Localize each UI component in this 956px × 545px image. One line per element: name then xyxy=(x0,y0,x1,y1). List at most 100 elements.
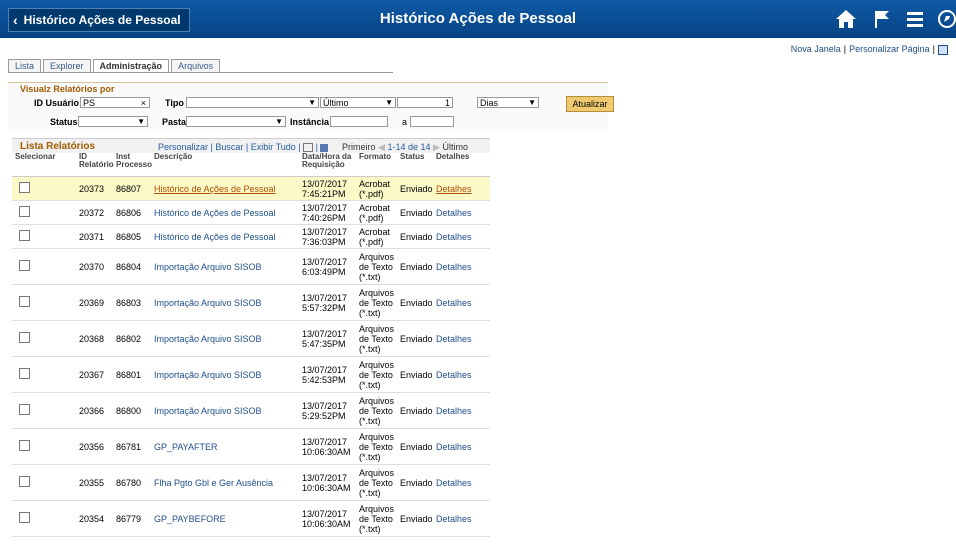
report-format: Acrobat (*.pdf) xyxy=(356,224,397,249)
report-format: Arquivos de Texto (*.txt) xyxy=(356,392,397,429)
col-header[interactable]: Inst Processo xyxy=(113,152,152,177)
folder-select[interactable]: ▼ xyxy=(186,116,286,127)
checkbox[interactable] xyxy=(19,476,30,487)
col-header[interactable]: Status xyxy=(397,152,433,177)
details-link[interactable]: Detalhes xyxy=(433,392,490,429)
report-description-link[interactable]: Histórico de Ações de Pessoal xyxy=(151,176,299,201)
details-link[interactable]: Detalhes xyxy=(433,500,490,537)
navbar-icon[interactable] xyxy=(937,9,956,31)
col-header[interactable]: Descrição xyxy=(151,152,299,177)
checkbox[interactable] xyxy=(19,206,30,217)
report-description-link[interactable]: Importação Arquivo SISOB xyxy=(151,320,299,357)
report-description-link[interactable]: Histórico de Ações de Pessoal xyxy=(151,200,299,225)
report-description-link[interactable]: Flha Pgto Gbl e Ger Ausência xyxy=(151,464,299,501)
select-checkbox[interactable] xyxy=(12,200,76,225)
clear-icon[interactable]: × xyxy=(141,98,146,109)
period-select[interactable]: Último ▼ xyxy=(320,97,396,108)
select-checkbox[interactable] xyxy=(12,320,76,357)
details-link[interactable]: Detalhes xyxy=(433,248,490,285)
select-checkbox[interactable] xyxy=(12,284,76,321)
first-label: Primeiro xyxy=(342,142,376,152)
select-checkbox[interactable] xyxy=(12,428,76,465)
new-window-link[interactable]: Nova Janela xyxy=(791,44,841,54)
select-checkbox[interactable] xyxy=(12,500,76,537)
checkbox[interactable] xyxy=(19,404,30,415)
status-select[interactable]: ▼ xyxy=(78,116,148,127)
select-checkbox[interactable] xyxy=(12,356,76,393)
report-format: Arquivos de Texto (*.txt) xyxy=(356,284,397,321)
checkbox[interactable] xyxy=(19,230,30,241)
menu-icon[interactable] xyxy=(906,9,924,31)
tab-lista[interactable]: Lista xyxy=(8,59,42,72)
table-header-row: Selecionar ID Relatório Inst Processo De… xyxy=(12,152,490,177)
details-link[interactable]: Detalhes xyxy=(433,176,490,201)
type-select[interactable]: ▼ xyxy=(186,97,319,108)
details-link[interactable]: Detalhes xyxy=(433,200,490,225)
report-description-link[interactable]: GP_PAYBEFORE xyxy=(151,500,299,537)
zoom-icon[interactable] xyxy=(303,143,314,153)
personalize-link[interactable]: Personalizar xyxy=(158,142,208,152)
refresh-button[interactable]: Atualizar xyxy=(566,96,614,112)
report-id: 20354 xyxy=(76,500,113,537)
next-icon[interactable]: ▶ xyxy=(433,142,440,152)
checkbox[interactable] xyxy=(19,512,30,523)
col-header[interactable]: ID Relatório xyxy=(76,152,114,177)
tab-explorer[interactable]: Explorer xyxy=(43,59,91,72)
select-checkbox[interactable] xyxy=(12,464,76,501)
tab-arquivos[interactable]: Arquivos xyxy=(171,59,221,72)
select-checkbox[interactable] xyxy=(12,248,76,285)
report-description-link[interactable]: GP_PAYAFTER xyxy=(151,428,299,465)
details-link[interactable]: Detalhes xyxy=(433,320,490,357)
select-checkbox[interactable] xyxy=(12,176,76,201)
period-number-input[interactable]: 1 xyxy=(397,97,453,108)
col-header[interactable]: Data/Hora da Requisição xyxy=(299,152,356,177)
flag-icon[interactable] xyxy=(872,9,892,31)
instance-to-input[interactable] xyxy=(410,116,454,127)
checkbox[interactable] xyxy=(19,296,30,307)
user-id-input[interactable]: PS × xyxy=(80,97,150,108)
request-datetime: 13/07/2017 10:06:30AM xyxy=(299,428,356,465)
request-datetime: 13/07/2017 7:40:26PM xyxy=(299,200,356,225)
personalize-page-link[interactable]: Personalizar Página xyxy=(849,44,930,54)
details-link[interactable]: Detalhes xyxy=(433,356,490,393)
table-row: 20367 86801 Importação Arquivo SISOB 13/07/… xyxy=(12,356,490,393)
col-header[interactable]: Detalhes xyxy=(433,152,490,177)
download-icon[interactable] xyxy=(320,143,329,152)
details-link[interactable]: Detalhes xyxy=(433,224,490,249)
period-unit-select[interactable]: Dias ▼ xyxy=(477,97,539,108)
report-id: 20369 xyxy=(76,284,113,321)
instance-from-input[interactable] xyxy=(330,116,388,127)
process-instance: 86804 xyxy=(113,248,151,285)
select-checkbox[interactable] xyxy=(12,392,76,429)
checkbox[interactable] xyxy=(19,440,30,451)
home-icon[interactable] xyxy=(835,9,857,31)
report-id: 20370 xyxy=(76,248,113,285)
col-header[interactable]: Formato xyxy=(356,152,397,177)
report-description-link[interactable]: Importação Arquivo SISOB xyxy=(151,392,299,429)
details-link[interactable]: Detalhes xyxy=(433,284,490,321)
table-row: 20355 86780 Flha Pgto Gbl e Ger Ausência 13… xyxy=(12,464,490,501)
search-link[interactable]: Buscar xyxy=(215,142,243,152)
checkbox[interactable] xyxy=(19,332,30,343)
report-format: Arquivos de Texto (*.txt) xyxy=(356,464,397,501)
report-description-link[interactable]: Histórico de Ações de Pessoal xyxy=(151,224,299,249)
type-label: Tipo xyxy=(165,98,184,108)
report-format: Arquivos de Texto (*.txt) xyxy=(356,248,397,285)
select-checkbox[interactable] xyxy=(12,224,76,249)
request-datetime: 13/07/2017 6:03:49PM xyxy=(299,248,356,285)
checkbox[interactable] xyxy=(19,368,30,379)
request-datetime: 13/07/2017 5:47:35PM xyxy=(299,320,356,357)
tab-administracao[interactable]: Administração xyxy=(92,59,170,72)
report-id: 20355 xyxy=(76,464,113,501)
details-link[interactable]: Detalhes xyxy=(433,428,490,465)
prev-icon[interactable]: ◀ xyxy=(378,142,385,152)
col-header[interactable]: Selecionar xyxy=(12,152,76,177)
report-description-link[interactable]: Importação Arquivo SISOB xyxy=(151,356,299,393)
page-icon[interactable] xyxy=(938,44,948,55)
checkbox[interactable] xyxy=(19,182,30,193)
checkbox[interactable] xyxy=(19,260,30,271)
report-description-link[interactable]: Importação Arquivo SISOB xyxy=(151,248,299,285)
details-link[interactable]: Detalhes xyxy=(433,464,490,501)
report-description-link[interactable]: Importação Arquivo SISOB xyxy=(151,284,299,321)
show-all-link[interactable]: Exibir Tudo xyxy=(251,142,296,152)
